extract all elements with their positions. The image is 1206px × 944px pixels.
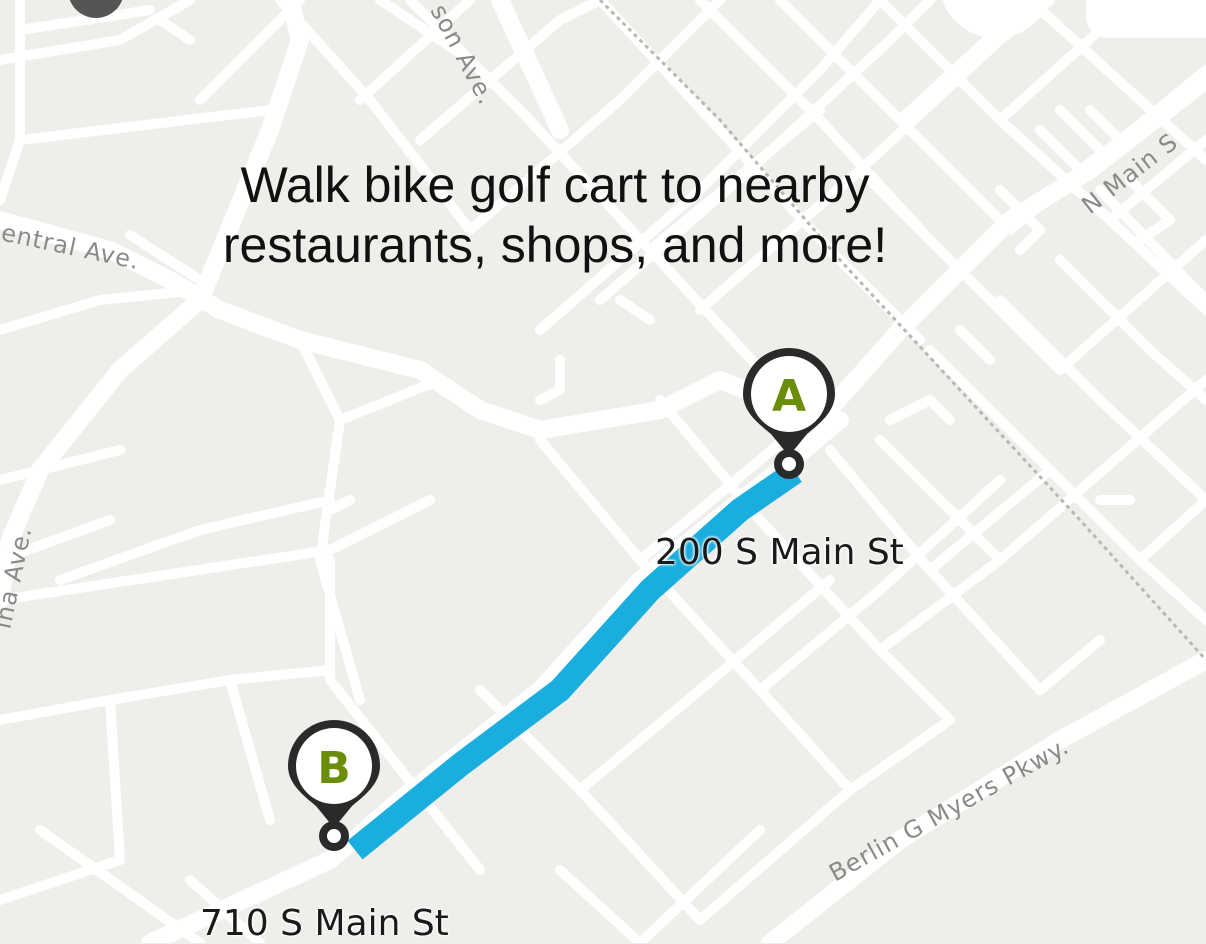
headline-line-2: restaurants, shops, and more! [222,217,888,273]
map-top-panel [1086,0,1206,38]
marker-b-address: 710 S Main St [200,903,449,944]
map-canvas[interactable]: son Ave. entral Ave. N Main S ina Ave. B… [0,0,1206,943]
marker-a-letter: A [772,371,806,422]
headline: Walk bike golf cart to nearby restaurant… [150,155,960,275]
headline-line-1: Walk bike golf cart to nearby [240,157,870,213]
marker-b-letter: B [317,743,351,794]
marker-a-address: 200 S Main St [655,532,904,573]
